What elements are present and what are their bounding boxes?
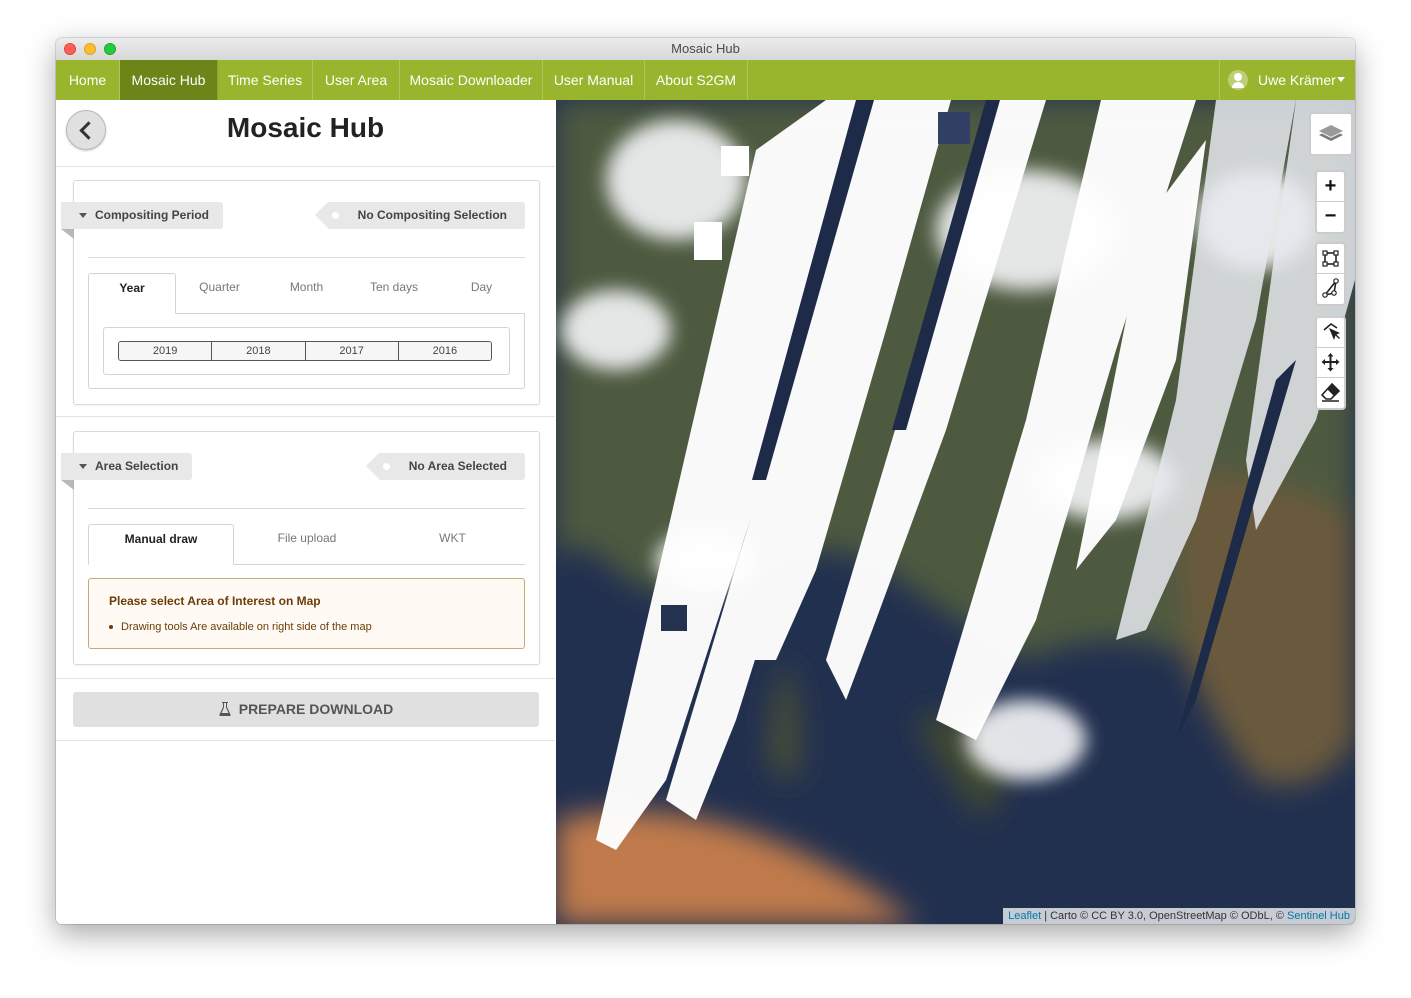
map-attribution: Leaflet | Carto © CC BY 3.0, OpenStreetM… [1003,908,1355,924]
tab-day[interactable]: Day [438,273,525,313]
nav-about-s2gm[interactable]: About S2GM [645,60,748,100]
layers-control[interactable] [1309,112,1353,156]
section-separator [56,678,555,679]
tab-ten-days[interactable]: Ten days [350,273,438,313]
nav-mosaic-downloader[interactable]: Mosaic Downloader [400,60,543,100]
nav-mosaic-hub[interactable]: Mosaic Hub [120,60,218,100]
zoom-in-button[interactable]: + [1317,172,1344,202]
year-option[interactable]: 2018 [212,342,306,360]
panel-header: Mosaic Hub [56,100,555,167]
title-bar: Mosaic Hub [56,38,1355,61]
aoi-notice: Please select Area of Interest on Map Dr… [88,578,525,649]
main-nav: Home Mosaic Hub Time Series User Area Mo… [56,60,1355,100]
flask-icon [219,702,231,716]
move-button[interactable] [1317,348,1344,378]
prepare-download-button[interactable]: PREPARE DOWNLOAD [73,692,539,727]
nav-user-manual[interactable]: User Manual [543,60,645,100]
year-tab-panel: 2019 2018 2017 2016 [88,313,525,389]
caret-down-icon [79,464,87,469]
tab-month[interactable]: Month [263,273,350,313]
notice-item-text: Drawing tools Are available on right sid… [121,621,372,633]
tab-file-upload[interactable]: File upload [234,524,380,564]
compositing-status-badge: No Compositing Selection [314,202,525,229]
leaflet-link[interactable]: Leaflet [1008,910,1041,922]
draw-polygon-icon [1322,278,1339,298]
section-separator [56,416,555,417]
chevron-down-icon [1337,77,1345,82]
window-title: Mosaic Hub [671,41,740,56]
layers-icon [1319,125,1343,141]
nav-user-area[interactable]: User Area [313,60,400,100]
tab-wkt[interactable]: WKT [380,524,525,564]
nav-home[interactable]: Home [56,60,120,100]
user-avatar-icon [1228,70,1248,90]
bullet [109,625,113,630]
left-panel: Mosaic Hub Compositing Period No Composi… [56,100,555,924]
satellite-map[interactable]: + − Leaflet | Carto © CC BY 3.0, OpenStr… [556,100,1355,924]
area-section: Area Selection No Area Selected Manual d… [61,431,540,665]
year-option[interactable]: 2017 [305,342,399,360]
tab-quarter[interactable]: Quarter [176,273,263,313]
caret-down-icon [79,213,87,218]
nav-time-series[interactable]: Time Series [218,60,313,100]
prepare-download-label: PREPARE DOWNLOAD [238,701,394,717]
draw-polygon-button[interactable] [1317,274,1344,304]
edit-toolbar [1315,316,1346,410]
move-icon [1321,353,1340,372]
ribbon-fold [61,480,74,490]
divider [88,257,525,258]
zoom-control: + − [1315,170,1346,234]
compositing-period-toggle[interactable]: Compositing Period [61,202,223,239]
draw-rectangle-button[interactable] [1317,244,1344,274]
page-title: Mosaic Hub [226,112,385,143]
satellite-imagery [556,100,1355,924]
year-option[interactable]: 2016 [398,342,491,360]
user-name: Uwe Krämer [1258,72,1336,88]
attribution-text: | Carto © CC BY 3.0, OpenStreetMap © ODb… [1041,910,1287,922]
section-separator [56,740,555,741]
notice-item: Drawing tools Are available on right sid… [109,621,372,633]
divider [88,508,525,509]
area-selection-label: Area Selection [95,459,179,473]
notice-title: Please select Area of Interest on Map [109,594,321,608]
edit-vertex-button[interactable] [1317,318,1344,348]
year-selector: 2019 2018 2017 2016 [118,341,492,361]
year-selector-box: 2019 2018 2017 2016 [103,327,510,375]
erase-icon [1320,382,1341,402]
user-menu[interactable]: Uwe Krämer [1219,60,1355,100]
zoom-out-button[interactable]: − [1317,202,1344,232]
compositing-section: Compositing Period No Compositing Select… [61,180,540,405]
sentinel-hub-link[interactable]: Sentinel Hub [1287,910,1350,922]
tab-manual-draw[interactable]: Manual draw [88,524,234,565]
year-option[interactable]: 2019 [119,342,213,360]
area-selection-toggle[interactable]: Area Selection [61,453,193,490]
edit-vertex-icon [1323,322,1340,340]
draw-rectangle-icon [1322,250,1339,267]
area-status-badge: No Area Selected [365,453,525,480]
compositing-tabs: Year Quarter Month Ten days Day [88,273,525,314]
tab-year[interactable]: Year [88,273,176,314]
erase-button[interactable] [1317,378,1344,408]
ribbon-fold [61,229,74,239]
app-window: Mosaic Hub Home Mosaic Hub Time Series U… [56,38,1355,924]
compositing-period-label: Compositing Period [95,208,209,222]
area-tabs: Manual draw File upload WKT [88,524,525,565]
draw-toolbar [1315,242,1346,306]
